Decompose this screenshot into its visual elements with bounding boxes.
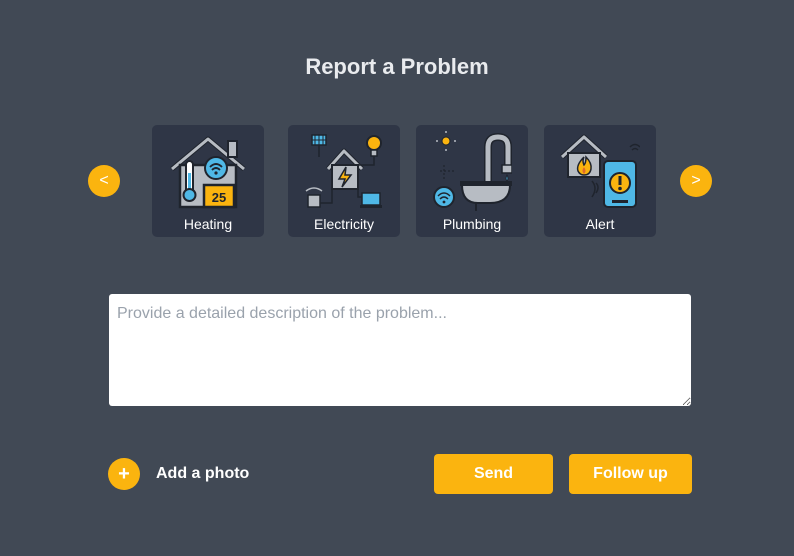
alert-icon [560,134,640,208]
heating-display-text: 25 [212,190,226,205]
category-card-alert[interactable]: Alert [544,125,656,237]
electricity-icon [305,134,382,208]
add-photo-label: Add a photo [156,465,250,482]
carousel-next-button[interactable]: > [680,165,712,197]
follow-up-button[interactable]: Follow up [569,454,692,494]
plumbing-icon [433,131,512,211]
heating-icon: 25 [170,136,246,209]
add-photo-button[interactable]: + Add a photo [108,458,249,490]
problem-description-input[interactable] [109,294,691,406]
page-title: Report a Problem [305,54,489,79]
category-label: Alert [585,216,615,232]
category-card-heating[interactable]: 25 Heating [152,125,264,237]
plus-icon: + [108,458,140,490]
category-label: Electricity [314,216,374,232]
send-button[interactable]: Send [434,454,553,494]
category-card-plumbing[interactable]: Plumbing [416,125,528,237]
category-card-electricity[interactable]: Electricity [288,125,400,237]
category-label: Heating [183,216,233,232]
carousel-prev-button[interactable]: < [88,165,120,197]
category-label: Plumbing [442,216,502,232]
